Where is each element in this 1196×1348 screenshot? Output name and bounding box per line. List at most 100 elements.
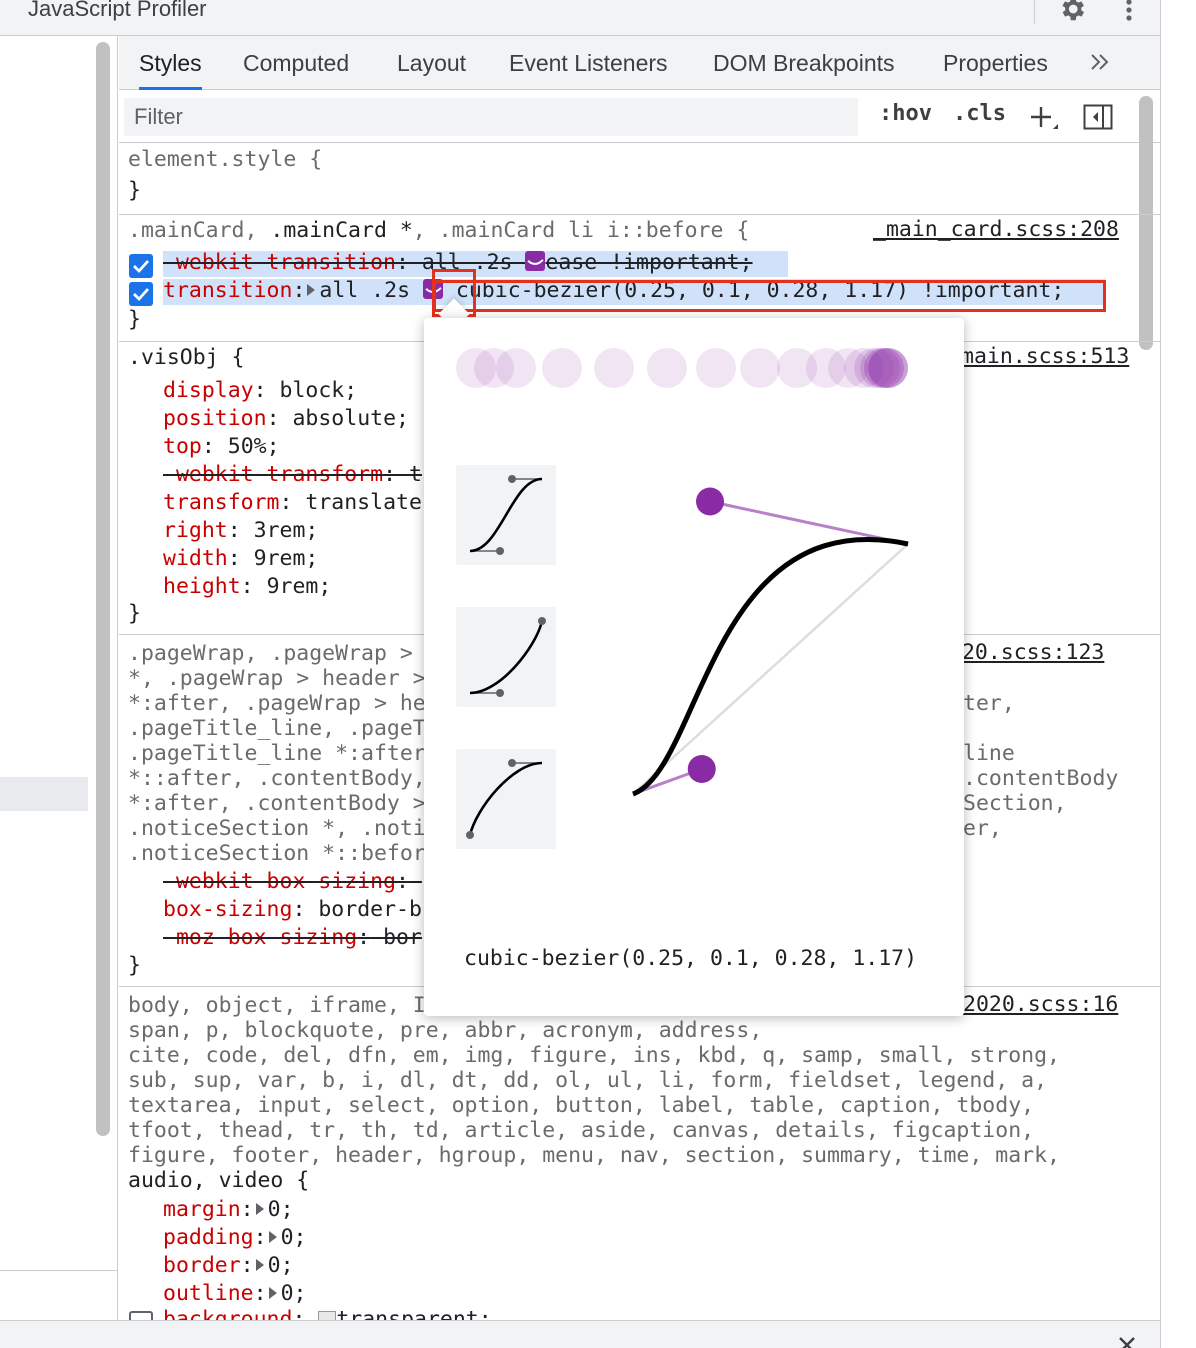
plus-icon[interactable] — [1027, 103, 1059, 135]
property-name: position — [163, 406, 267, 431]
selector-line: .pageTitle_line *:after — [128, 741, 426, 766]
styles-scrollbar[interactable] — [1139, 96, 1153, 350]
declaration: position: absolute; — [163, 406, 409, 431]
gear-icon[interactable] — [1057, 0, 1087, 24]
bezier-swatch-icon[interactable] — [525, 251, 546, 271]
webkit-transition-checkbox[interactable] — [129, 254, 153, 278]
kebab-menu-icon[interactable] — [1122, 0, 1136, 24]
selector-line: span, p, blockquote, pre, abbr, acronym,… — [128, 1018, 763, 1043]
filter-input[interactable] — [124, 98, 858, 136]
close-icon[interactable] — [1117, 1335, 1137, 1348]
property-name: outline — [163, 1281, 254, 1306]
property-name: padding — [163, 1225, 254, 1250]
property-value: 0; — [280, 1281, 307, 1306]
property-name: box-sizing — [163, 897, 293, 922]
declaration: height: 9rem; — [163, 574, 332, 599]
bezier-editor-popover: cubic-bezier(0.25, 0.1, 0.28, 1.17) — [424, 318, 964, 1016]
preset-ease-out[interactable] — [456, 749, 556, 849]
property-value: 9rem; — [266, 574, 332, 599]
declaration: -webkit-box-sizing: — [163, 869, 409, 894]
tab-event-listeners[interactable]: Event Listeners — [509, 36, 668, 90]
property-name: margin — [163, 1197, 241, 1222]
transition-checkbox[interactable] — [129, 282, 153, 306]
control-point-1[interactable] — [687, 755, 716, 783]
declaration: border: 0; — [163, 1253, 294, 1278]
property-value: 9rem; — [253, 546, 319, 571]
selector-line: line — [963, 741, 1015, 766]
declaration: box-sizing: border-b — [163, 897, 422, 922]
declaration: top: 50%; — [163, 434, 280, 459]
drawer-bar — [0, 1320, 1160, 1348]
more-tabs-icon[interactable] — [1089, 50, 1111, 74]
declaration: padding: 0; — [163, 1225, 307, 1250]
selected-node-highlight[interactable] — [0, 777, 88, 811]
background-decl: background: transparent; — [163, 1306, 492, 1320]
element-style-selector: element.style { — [128, 147, 323, 172]
linear-reference-line — [632, 543, 909, 795]
visobj-source-link[interactable]: main.scss:513 — [961, 344, 1129, 369]
selector-line: .contentBody — [963, 766, 1119, 791]
selector-part: .mainCard, — [128, 218, 271, 243]
property-name: background — [163, 1307, 293, 1320]
declaration: right: 3rem; — [163, 518, 319, 543]
selector-line: tfoot, thead, tr, th, td, article, aside… — [128, 1118, 1035, 1143]
property-name: transition — [163, 278, 293, 303]
tab-properties[interactable]: Properties — [943, 36, 1048, 90]
property-value: 50%; — [227, 434, 280, 459]
selector-line: .noticeSection *::befor — [128, 841, 426, 866]
cls-button[interactable]: .cls — [953, 101, 1006, 126]
selector-line: audio, video { — [128, 1168, 310, 1193]
property-value: block; — [279, 378, 358, 403]
property-value: ease !important; — [545, 250, 753, 275]
expand-triangle-icon[interactable] — [268, 1231, 277, 1243]
selector-line: ter, — [963, 691, 1015, 716]
window-title: JavaScript Profiler — [28, 0, 207, 21]
pagewrap-source-link[interactable]: …20.scss:123 — [949, 640, 1104, 665]
property-name: display — [163, 378, 254, 403]
property-name: right — [163, 518, 228, 543]
background-checkbox[interactable] — [129, 1311, 153, 1320]
color-swatch[interactable] — [318, 1311, 337, 1320]
property-value: all .2s — [319, 278, 423, 303]
window-edge — [1160, 0, 1196, 1348]
expand-triangle-icon[interactable] — [255, 1259, 264, 1271]
rule-close-brace: } — [128, 601, 141, 626]
property-value: bor — [383, 925, 422, 950]
property-name: -webkit-box-sizing — [163, 869, 396, 894]
preset-ease-in[interactable] — [456, 607, 556, 707]
selector-line: figure, footer, header, hgroup, menu, na… — [128, 1143, 1060, 1168]
maincard-source-link[interactable]: _main_card.scss:208 — [873, 217, 1119, 242]
elements-tree-pane — [0, 36, 118, 1320]
property-name: width — [163, 546, 228, 571]
property-name: transform — [163, 490, 280, 515]
filter-bar: :hov .cls — [119, 91, 1160, 143]
preset-ease-in-out[interactable] — [456, 465, 556, 565]
tab-computed[interactable]: Computed — [243, 36, 349, 90]
bezier-curve-graph[interactable] — [614, 458, 934, 818]
declaration: -moz-box-sizing: bor — [163, 925, 422, 950]
selector-part: , .mainCard li i::before { — [412, 218, 750, 243]
property-value: 0; — [267, 1253, 294, 1278]
property-name: -webkit-transform — [163, 462, 384, 487]
property-value: t — [408, 462, 422, 487]
left-scrollbar[interactable] — [96, 42, 110, 1136]
body-source-link[interactable]: 2020.scss:16 — [963, 992, 1118, 1017]
control-point-2[interactable] — [696, 487, 724, 516]
expand-triangle-icon[interactable] — [307, 284, 316, 296]
tab-styles[interactable]: Styles — [139, 36, 202, 90]
property-value: 3rem; — [253, 518, 319, 543]
expand-triangle-icon[interactable] — [255, 1203, 264, 1215]
sidebar-toggle-icon[interactable] — [1083, 104, 1113, 130]
expand-triangle-icon[interactable] — [268, 1287, 277, 1299]
selector-line: *:after, .pageWrap > he — [128, 691, 426, 716]
hov-button[interactable]: :hov — [879, 101, 932, 126]
property-name: top — [163, 434, 202, 459]
declaration: display: block; — [163, 378, 358, 403]
selector-line: .pageWrap, .pageWrap > — [128, 641, 413, 666]
declaration: width: 9rem; — [163, 546, 319, 571]
window-title-bar: JavaScript Profiler — [0, 0, 1160, 36]
tab-layout[interactable]: Layout — [397, 36, 466, 90]
property-name: -webkit-transition — [163, 250, 396, 275]
tab-dom-breakpoints[interactable]: DOM Breakpoints — [713, 36, 895, 90]
property-name: border — [163, 1253, 241, 1278]
